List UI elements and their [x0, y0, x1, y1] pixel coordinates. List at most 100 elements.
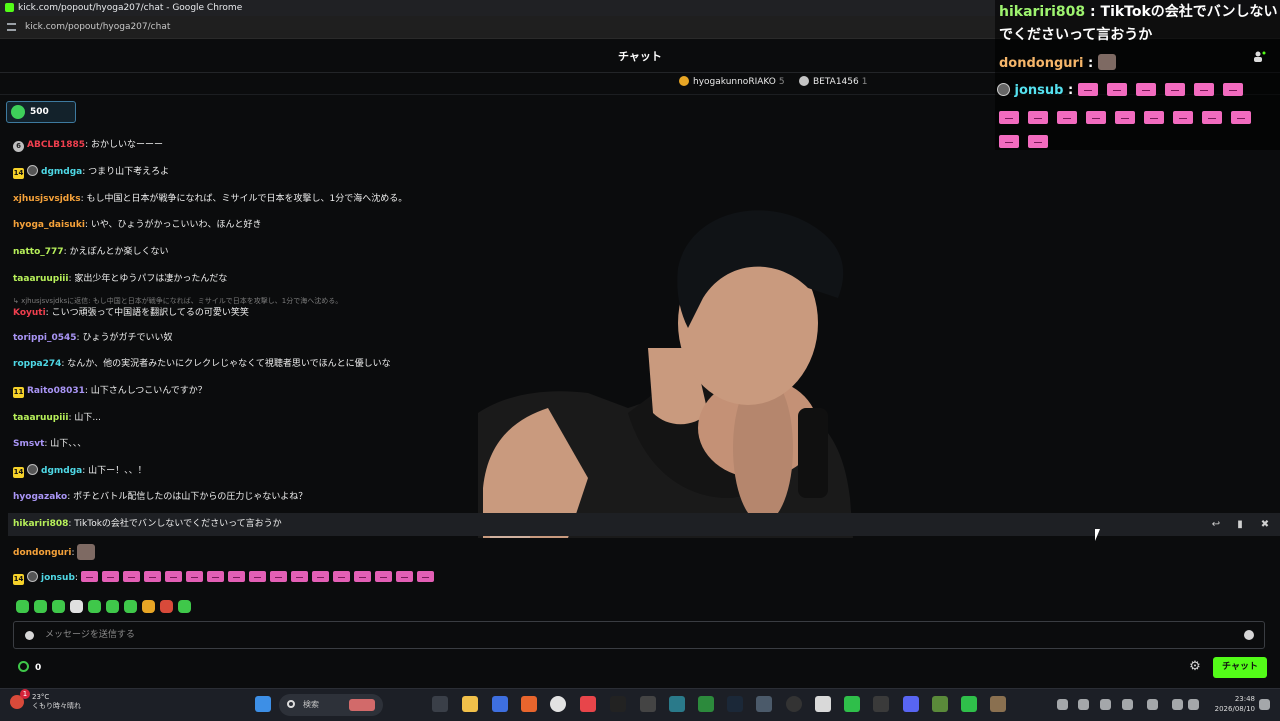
- overlay-username: jonsub: [1014, 83, 1064, 98]
- username[interactable]: hyoga_daisuki: [13, 220, 85, 230]
- minecraft-icon[interactable]: [932, 696, 948, 712]
- reply-icon[interactable]: ↩: [1209, 518, 1223, 532]
- leaderboard-item-1[interactable]: hyogakunnoRIAKO 5: [679, 73, 785, 91]
- chat-message[interactable]: natto_777: かえぽんとか楽しくない: [13, 245, 168, 259]
- users-icon[interactable]: [1253, 47, 1266, 62]
- app-icon[interactable]: [580, 696, 596, 712]
- emote-icon[interactable]: [160, 600, 173, 613]
- app-icon[interactable]: [990, 696, 1006, 712]
- pink-emote-icon: [269, 571, 287, 582]
- chat-message[interactable]: 14 dgmdga: つまり山下考えろよ: [13, 165, 169, 179]
- chat-message[interactable]: 14 dgmdga: 山下ー！、、！: [13, 464, 147, 478]
- emote-icon[interactable]: [88, 600, 101, 613]
- emote-icon[interactable]: [52, 600, 65, 613]
- username[interactable]: natto_777: [13, 247, 64, 257]
- delete-icon[interactable]: ✖: [1258, 518, 1272, 532]
- username[interactable]: torippi_0545: [13, 333, 77, 343]
- tray-mic-icon[interactable]: [1100, 699, 1111, 710]
- taskbar-clock[interactable]: 23:48 2026/08/10: [1207, 694, 1255, 714]
- file-explorer-icon[interactable]: [462, 696, 478, 712]
- chrome-icon[interactable]: [550, 696, 566, 712]
- brave-browser-icon[interactable]: [521, 696, 537, 712]
- line-icon[interactable]: [961, 696, 977, 712]
- username[interactable]: dondonguri: [13, 548, 71, 558]
- reply-context-text: xjhusjsvsjdksに返信: もし中国と日本が戦争になれば、ミサイルで日本…: [21, 297, 343, 305]
- username[interactable]: hyogazako: [13, 492, 67, 502]
- chat-message[interactable]: 6 ABCLB1885: おかしいなーーー: [13, 138, 163, 152]
- site-settings-icon[interactable]: [7, 23, 16, 31]
- tray-network-icon[interactable]: [1078, 699, 1089, 710]
- points-icon: [18, 661, 29, 672]
- pink-emote-icon: [1135, 83, 1156, 96]
- leaderboard-item-2[interactable]: BETA1456 1: [799, 73, 867, 91]
- url-text[interactable]: kick.com/popout/hyoga207/chat: [25, 16, 170, 38]
- username[interactable]: hikariri808: [13, 519, 68, 529]
- chat-message[interactable]: Koyuti: こいつ頑張って中国語を翻訳してるの可愛い笑笑: [13, 306, 249, 320]
- tiktok-icon[interactable]: [610, 696, 626, 712]
- tray-wifi-icon[interactable]: [1172, 699, 1183, 710]
- username[interactable]: Koyuti: [13, 308, 46, 318]
- chat-message[interactable]: taaaruupiii: 山下...: [13, 411, 101, 425]
- chat-input-box[interactable]: メッセージを送信する: [13, 621, 1265, 649]
- weather-text: 23°C くもり時々晴れ: [32, 693, 81, 711]
- emote-icon[interactable]: [124, 600, 137, 613]
- pin-icon[interactable]: ▮: [1233, 518, 1247, 532]
- gear-icon[interactable]: ⚙: [1188, 660, 1202, 674]
- taskbar-search[interactable]: 検索: [279, 694, 383, 716]
- app-icon[interactable]: [640, 696, 656, 712]
- line-icon[interactable]: [844, 696, 860, 712]
- send-chat-button[interactable]: チャット: [1213, 657, 1267, 678]
- username[interactable]: taaaruupiii: [13, 274, 68, 284]
- overlay-username: dondonguri: [999, 56, 1084, 71]
- username[interactable]: roppa274: [13, 359, 61, 369]
- emote-icon[interactable]: [34, 600, 47, 613]
- username[interactable]: taaaruupiii: [13, 413, 68, 423]
- username[interactable]: xjhusjsvsjdks: [13, 194, 81, 204]
- chat-message[interactable]: roppa274: なんか、他の実況者みたいにクレクレじゃなくて視聴者思いでほん…: [13, 357, 391, 371]
- chat-message[interactable]: torippi_0545: ひょうがガチでいい奴: [13, 331, 172, 345]
- windows-start-icon[interactable]: [255, 696, 271, 712]
- username[interactable]: ABCLB1885: [27, 140, 85, 150]
- footer-points[interactable]: 0: [18, 661, 41, 675]
- discord-icon[interactable]: [903, 696, 919, 712]
- username[interactable]: dgmdga: [41, 167, 82, 177]
- tray-app-icon[interactable]: [1122, 699, 1133, 710]
- steam-icon[interactable]: [727, 696, 743, 712]
- chat-message[interactable]: 11 Raito08031: 山下さんしつこいんですか？: [13, 384, 207, 398]
- chat-message[interactable]: hyogazako: ポチとバトル配信したのは山下からの圧力じゃないよね？: [13, 490, 307, 504]
- obs-icon[interactable]: [786, 696, 802, 712]
- task-view-icon[interactable]: [432, 696, 448, 712]
- username[interactable]: jonsub: [41, 573, 75, 583]
- username[interactable]: Raito08031: [27, 386, 85, 396]
- tray-volume-icon[interactable]: [1188, 699, 1199, 710]
- app-icon[interactable]: [815, 696, 831, 712]
- chat-message[interactable]: hikariri808: TikTokの会社でバンしないでくださいって言おうか: [13, 517, 282, 531]
- notification-bell-icon[interactable]: [1259, 699, 1270, 710]
- app-icon[interactable]: [756, 696, 772, 712]
- username[interactable]: Smsvt: [13, 439, 44, 449]
- chat-message[interactable]: taaaruupiii: 家出少年とゆうパフは凄かったんだな: [13, 272, 227, 286]
- channel-points-pill[interactable]: 500: [6, 101, 76, 123]
- emote-icon[interactable]: [178, 600, 191, 613]
- username[interactable]: dgmdga: [41, 466, 82, 476]
- app-icon[interactable]: [698, 696, 714, 712]
- tray-chevron-icon[interactable]: [1057, 699, 1068, 710]
- app-icon[interactable]: [873, 696, 889, 712]
- reply-context[interactable]: ↳ xjhusjsvsjdksに返信: もし中国と日本が戦争になれば、ミサイルで…: [13, 296, 342, 306]
- emote-icon[interactable]: [106, 600, 119, 613]
- app-icon[interactable]: [492, 696, 508, 712]
- overlay-separator: :: [1063, 83, 1078, 98]
- chat-message[interactable]: dondonguri:: [13, 544, 98, 560]
- chat-input-placeholder[interactable]: メッセージを送信する: [45, 622, 135, 649]
- app-icon[interactable]: [669, 696, 685, 712]
- chat-message[interactable]: 14 jonsub:: [13, 571, 438, 585]
- pink-emote-icon: [1193, 83, 1214, 96]
- tray-app-icon[interactable]: [1147, 699, 1158, 710]
- emote-icon[interactable]: [16, 600, 29, 613]
- emote-icon[interactable]: [70, 600, 83, 613]
- emote-icon[interactable]: [142, 600, 155, 613]
- chat-message[interactable]: xjhusjsvsjdks: もし中国と日本が戦争になれば、ミサイルで日本を攻撃…: [13, 192, 407, 206]
- emoji-picker-icon[interactable]: [1244, 630, 1254, 640]
- chat-message[interactable]: Smsvt: 山下、、、: [13, 437, 86, 451]
- chat-message[interactable]: hyoga_daisuki: いや、ひょうがかっこいいわ、ほんと好き: [13, 218, 262, 232]
